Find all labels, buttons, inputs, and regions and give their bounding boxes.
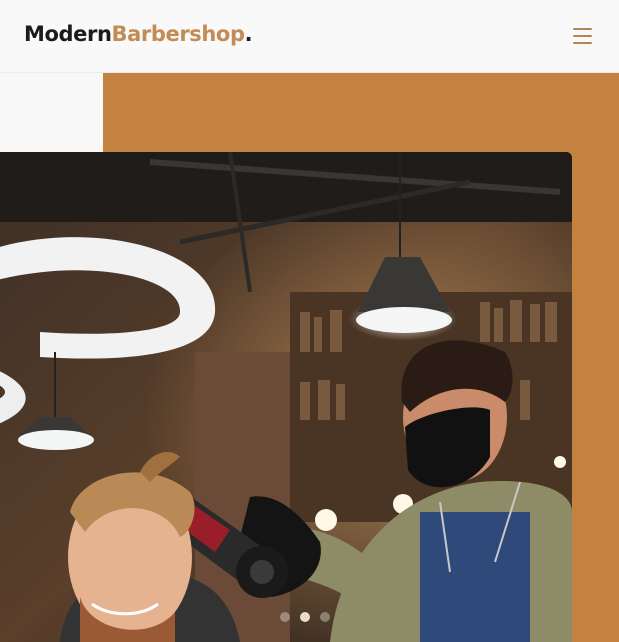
slide-dot-2[interactable]: [300, 612, 310, 622]
menu-bar-middle: [573, 35, 592, 37]
barber-scene-illustration: [0, 152, 572, 642]
brand-name-dot: .: [244, 22, 253, 46]
menu-bar-bottom: [573, 42, 592, 44]
brand-logo[interactable]: ModernBarbershop.: [24, 22, 253, 46]
brand-name-primary: Modern: [24, 22, 112, 46]
site-header: ModernBarbershop.: [0, 0, 619, 73]
slide-dot-1[interactable]: [280, 612, 290, 622]
hero-image: [0, 152, 572, 642]
menu-bar-top: [573, 28, 592, 30]
brand-name-accent: Barbershop: [111, 22, 245, 46]
slide-dot-3[interactable]: [320, 612, 330, 622]
hamburger-menu-icon[interactable]: [567, 25, 597, 49]
